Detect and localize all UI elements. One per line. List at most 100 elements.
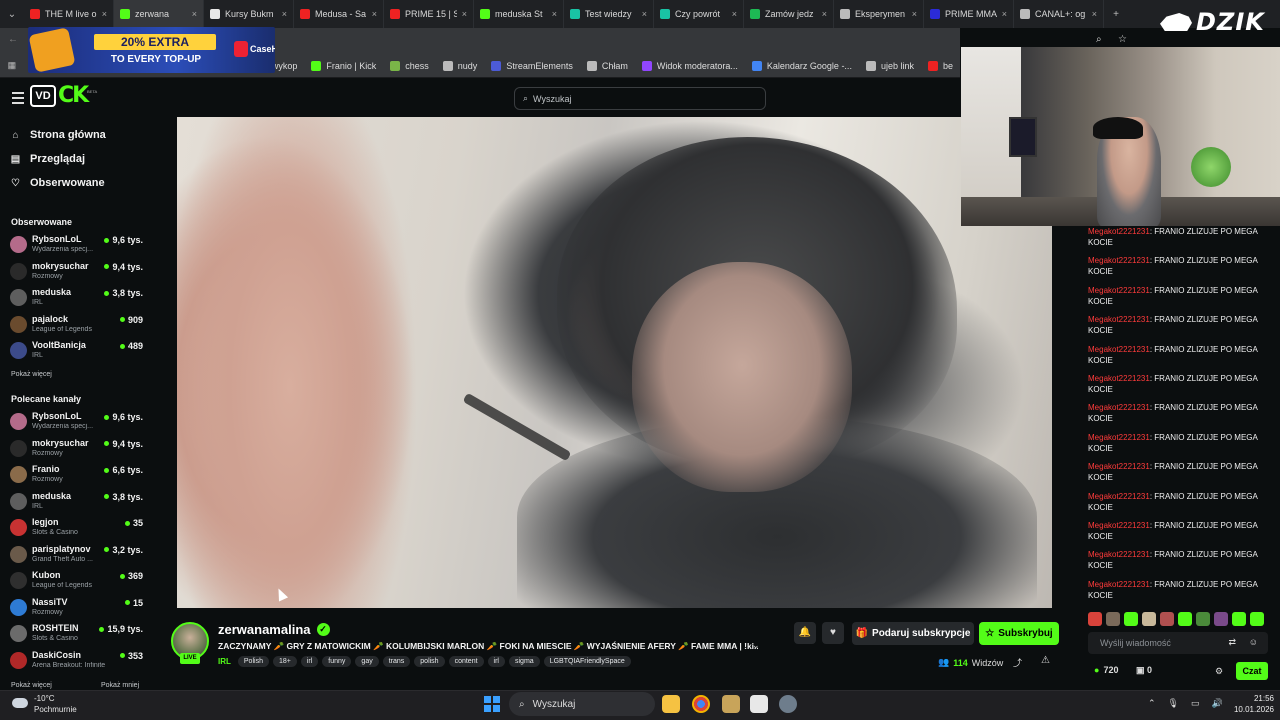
taskbar-search[interactable]: ⌕ Wyszukaj — [509, 692, 655, 716]
browser-tab[interactable]: CANAL+: og × — [1014, 0, 1104, 28]
chat-username[interactable]: Megakot2221231 — [1088, 521, 1150, 530]
stream-tag[interactable]: irl — [487, 656, 505, 667]
share-icon[interactable]: ⤴ — [1013, 656, 1022, 669]
tab-close-icon[interactable]: × — [372, 9, 377, 19]
chat-username[interactable]: Megakot2221231 — [1088, 345, 1150, 354]
file-explorer-icon[interactable] — [662, 695, 680, 713]
emote-icon[interactable] — [1250, 612, 1264, 626]
browser-tab[interactable]: meduska St × — [474, 0, 564, 28]
taskbar-clock[interactable]: 21:56 10.01.2026 — [1222, 693, 1274, 715]
channel-item[interactable]: meduska IRL 3,8 tys. — [10, 286, 145, 310]
channel-item[interactable]: DaskiCosin Arena Breakout: Infinite 353 — [10, 649, 145, 673]
chat-username[interactable]: Megakot2221231 — [1088, 256, 1150, 265]
hamburger-menu-icon[interactable] — [12, 92, 24, 104]
channel-item[interactable]: Kubon League of Legends 369 — [10, 569, 145, 593]
chat-username[interactable]: Megakot2221231 — [1088, 462, 1150, 471]
emote-icon[interactable] — [1160, 612, 1174, 626]
tab-close-icon[interactable]: × — [732, 9, 737, 19]
chat-username[interactable]: Megakot2221231 — [1088, 433, 1150, 442]
browser-tab[interactable]: THE M live o × — [24, 0, 114, 28]
site-search-input[interactable]: ⌕ Wyszukaj — [514, 87, 766, 110]
kick-logo[interactable]: VD CK BETA — [30, 81, 97, 109]
stream-tag[interactable]: LGBTQIAFriendlySpace — [543, 656, 631, 667]
weather-widget[interactable]: -10°C Pochmurnie — [12, 693, 92, 717]
casehug-ad-banner[interactable]: 20% EXTRA TO EVERY TOP-UP CaseHug — [28, 27, 275, 73]
channel-item[interactable]: RybsonLoL Wydarzenia specj... 9,6 tys. — [10, 233, 145, 257]
stream-tag[interactable]: sigma — [509, 656, 540, 667]
network-icon[interactable]: ▭ — [1191, 698, 1200, 709]
channel-name[interactable]: zerwanamalina — [218, 622, 311, 637]
browser-tab[interactable]: PRIME MMA × — [924, 0, 1014, 28]
show-more-recommended-link[interactable]: Pokaż więcej — [11, 682, 52, 689]
browser-tab[interactable]: Medusa - Sa × — [294, 0, 384, 28]
chat-username[interactable]: Megakot2221231 — [1088, 315, 1150, 324]
emote-icon[interactable] — [1196, 612, 1210, 626]
channel-item[interactable]: ROSHTEIN Slots & Casino 15,9 tys. — [10, 622, 145, 646]
windows-start-icon[interactable] — [484, 696, 500, 712]
settings-gear-icon[interactable] — [779, 695, 797, 713]
sidebar-nav-item[interactable]: ♡ Obserwowane — [10, 177, 105, 189]
report-warning-icon[interactable]: ⚠ — [1041, 655, 1050, 666]
channel-item[interactable]: pajalock League of Legends 909 — [10, 313, 145, 337]
chrome-icon[interactable] — [692, 695, 710, 713]
tab-close-icon[interactable]: × — [912, 9, 917, 19]
chat-username[interactable]: Megakot2221231 — [1088, 286, 1150, 295]
channel-item[interactable]: meduska IRL 3,8 tys. — [10, 490, 145, 514]
channel-item[interactable]: RybsonLoL Wydarzenia specj... 9,6 tys. — [10, 410, 145, 434]
chat-username[interactable]: Megakot2221231 — [1088, 227, 1150, 236]
tab-close-icon[interactable]: × — [822, 9, 827, 19]
microphone-icon[interactable]: 🎙 — [1168, 698, 1179, 709]
browser-tab[interactable]: PRIME 15 | S × — [384, 0, 474, 28]
chest-points[interactable]: ▣ 0 — [1136, 665, 1152, 676]
stream-tag[interactable]: 18+ — [272, 656, 297, 667]
bookmark-item[interactable]: nudy — [436, 60, 485, 71]
stream-tag[interactable]: gay — [355, 656, 379, 667]
tray-chevron-icon[interactable]: ⌃ — [1148, 698, 1156, 709]
emoji-icon[interactable]: ☺ — [1249, 637, 1258, 647]
emote-icon[interactable] — [1106, 612, 1120, 626]
emote-icon[interactable] — [1088, 612, 1102, 626]
tab-close-icon[interactable]: × — [462, 9, 467, 19]
tab-close-icon[interactable]: × — [282, 9, 287, 19]
sidebar-nav-item[interactable]: ⌂ Strona główna — [10, 129, 105, 141]
bookmark-star-icon[interactable]: ☆ — [1118, 34, 1127, 45]
chat-username[interactable]: Megakot2221231 — [1088, 374, 1150, 383]
translate-icon[interactable]: ⇄ — [1228, 637, 1236, 648]
tab-close-icon[interactable]: × — [102, 9, 107, 19]
stream-tag[interactable]: content — [448, 656, 484, 667]
new-tab-icon[interactable]: + — [1104, 0, 1128, 28]
emote-icon[interactable] — [1178, 612, 1192, 626]
zoom-icon[interactable]: ⌕ — [1096, 34, 1102, 45]
emote-icon[interactable] — [1214, 612, 1228, 626]
show-less-recommended-link[interactable]: Pokaż mniej — [101, 682, 139, 689]
browser-tab[interactable]: Czy powrót × — [654, 0, 744, 28]
chat-username[interactable]: Megakot2221231 — [1088, 580, 1150, 589]
app-icon-2[interactable] — [750, 695, 768, 713]
stream-tag[interactable]: Polish — [237, 656, 269, 667]
channel-item[interactable]: parisplatynov Grand Theft Auto ... 3,2 tys… — [10, 543, 145, 567]
emote-icon[interactable] — [1142, 612, 1156, 626]
tab-close-icon[interactable]: × — [1092, 9, 1097, 19]
bookmark-item[interactable]: be — [921, 60, 960, 71]
stream-tag[interactable]: polish — [414, 656, 445, 667]
sidebar-nav-item[interactable]: ▤ Przeglądaj — [10, 153, 85, 165]
expand-title-chevron-icon[interactable]: ⌄ — [752, 640, 760, 651]
tab-close-icon[interactable]: × — [642, 9, 647, 19]
bookmark-item[interactable]: Chłam — [580, 60, 635, 71]
chat-settings-gear-icon[interactable]: ⚙ — [1215, 666, 1223, 677]
stream-tag[interactable]: trans — [382, 656, 411, 667]
stream-category[interactable]: IRL — [218, 657, 231, 666]
channel-item[interactable]: Franio Rozmowy 6,6 tys. — [10, 463, 145, 487]
gift-subscription-button[interactable]: 🎁 Podaruj subskrypcje — [852, 622, 974, 645]
video-player[interactable] — [177, 117, 1052, 608]
browser-tab[interactable]: Kursy Bukm × — [204, 0, 294, 28]
bookmark-item[interactable]: Franio | Kick — [304, 60, 383, 71]
show-more-followed-link[interactable]: Pokaż więcej — [11, 371, 52, 378]
bookmark-item[interactable]: chess — [383, 60, 436, 71]
tab-close-icon[interactable]: × — [192, 9, 197, 19]
emote-icon[interactable] — [1232, 612, 1246, 626]
chat-username[interactable]: Megakot2221231 — [1088, 403, 1150, 412]
follow-heart-icon[interactable]: ♥ — [822, 622, 844, 644]
notification-bell-icon[interactable]: 🔔 — [794, 622, 816, 644]
emote-icon[interactable] — [1124, 612, 1138, 626]
